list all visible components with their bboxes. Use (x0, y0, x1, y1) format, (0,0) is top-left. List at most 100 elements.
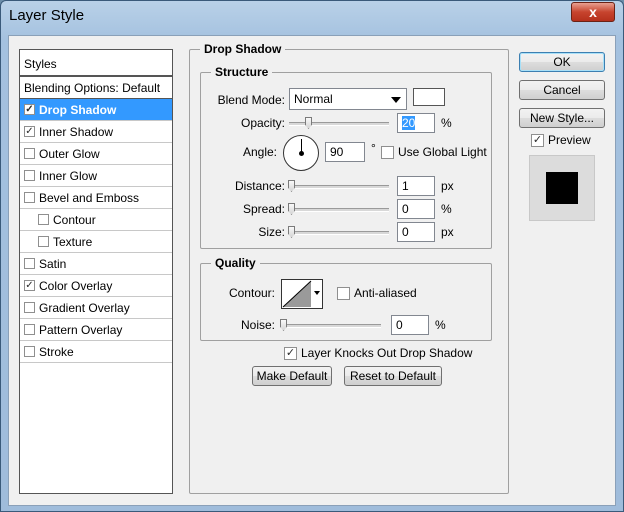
style-item-label: Drop Shadow (39, 102, 117, 117)
opacity-input[interactable]: 20 (397, 113, 435, 133)
style-item-checkbox[interactable]: ✓ (24, 126, 35, 137)
style-item-checkbox[interactable]: ✓ (24, 280, 35, 291)
style-item-satin[interactable]: Satin (20, 253, 172, 275)
spread-input[interactable]: 0 (397, 199, 435, 219)
style-item-checkbox[interactable] (24, 302, 35, 313)
style-item-checkbox[interactable]: ✓ (24, 104, 35, 115)
spread-unit: % (441, 202, 452, 216)
style-item-checkbox[interactable] (24, 258, 35, 269)
dialog-client: Styles Blending Options: Default ✓ Drop S… (8, 35, 616, 506)
reset-to-default-button[interactable]: Reset to Default (344, 366, 442, 386)
layer-knocks-out-box[interactable]: ✓ (284, 346, 297, 360)
structure-group: Structure Blend Mode: Normal Opacity: 20… (200, 65, 492, 249)
style-item-checkbox[interactable] (24, 148, 35, 159)
noise-input[interactable]: 0 (391, 315, 429, 335)
opacity-label: Opacity: (240, 116, 285, 130)
size-unit: px (441, 225, 454, 239)
styles-list: Styles Blending Options: Default ✓ Drop S… (19, 49, 173, 494)
distance-slider-thumb[interactable] (288, 180, 295, 192)
contour-dropdown-icon[interactable] (314, 291, 320, 295)
style-item-drop-shadow[interactable]: ✓ Drop Shadow (20, 99, 172, 121)
style-item-label: Satin (39, 256, 67, 271)
distance-input[interactable]: 1 (397, 176, 435, 196)
opacity-value: 20 (402, 116, 416, 130)
chevron-down-icon (391, 97, 401, 103)
opacity-slider[interactable] (289, 117, 389, 129)
style-item-label: Outer Glow (39, 146, 100, 161)
window-title: Layer Style (9, 7, 85, 24)
style-item-inner-shadow[interactable]: ✓ Inner Shadow (20, 121, 172, 143)
spread-label: Spread: (242, 202, 285, 216)
layer-knocks-out-label: Layer Knocks Out Drop Shadow (301, 346, 473, 360)
style-item-checkbox[interactable] (24, 324, 35, 335)
angle-input[interactable]: 90 (325, 142, 365, 162)
angle-dial[interactable] (283, 135, 319, 171)
make-default-button[interactable]: Make Default (252, 366, 332, 386)
style-item-label: Contour (53, 212, 96, 227)
style-item-checkbox[interactable] (24, 346, 35, 357)
contour-picker[interactable] (281, 279, 323, 309)
blending-options-item[interactable]: Blending Options: Default (20, 76, 172, 99)
preview-checkbox[interactable]: ✓ Preview (531, 133, 591, 147)
new-style-button[interactable]: New Style... (519, 108, 605, 128)
opacity-slider-thumb[interactable] (305, 117, 312, 129)
blend-mode-select[interactable]: Normal (289, 88, 407, 110)
distance-unit: px (441, 179, 454, 193)
shadow-color-swatch[interactable] (413, 88, 445, 106)
contour-label: Contour: (228, 286, 275, 300)
quality-group: Quality Contour: Anti-aliased Noise: 0 % (200, 256, 492, 341)
use-global-light-label: Use Global Light (398, 145, 487, 159)
quality-legend: Quality (211, 256, 260, 270)
cancel-button[interactable]: Cancel (519, 80, 605, 100)
angle-label: Angle: (242, 145, 277, 159)
use-global-light-checkbox[interactable]: Use Global Light (381, 145, 487, 159)
spread-slider-thumb[interactable] (288, 203, 295, 215)
style-item-label: Gradient Overlay (39, 300, 130, 315)
style-item-label: Color Overlay (39, 278, 113, 293)
drop-shadow-group: Drop Shadow Structure Blend Mode: Normal… (189, 42, 509, 494)
size-slider-thumb[interactable] (288, 226, 295, 238)
style-item-inner-glow[interactable]: Inner Glow (20, 165, 172, 187)
style-item-checkbox[interactable] (38, 236, 49, 247)
style-item-contour[interactable]: Contour (20, 209, 172, 231)
style-item-label: Pattern Overlay (39, 322, 123, 337)
anti-aliased-label: Anti-aliased (354, 286, 417, 300)
style-item-pattern-overlay[interactable]: Pattern Overlay (20, 319, 172, 341)
style-item-bevel-and-emboss[interactable]: Bevel and Emboss (20, 187, 172, 209)
noise-unit: % (435, 318, 446, 332)
noise-slider[interactable] (280, 319, 381, 331)
preview-swatch (546, 172, 578, 204)
title-bar[interactable]: Layer Style x (1, 1, 623, 35)
layer-style-window: Layer Style x Styles Blending Options: D… (0, 0, 624, 512)
distance-label: Distance: (234, 179, 285, 193)
preview-box[interactable]: ✓ (531, 133, 544, 147)
use-global-light-box[interactable] (381, 145, 394, 159)
style-item-label: Stroke (39, 344, 74, 359)
style-item-label: Inner Glow (39, 168, 98, 183)
style-item-texture[interactable]: Texture (20, 231, 172, 253)
styles-header[interactable]: Styles (20, 50, 172, 76)
ok-button[interactable]: OK (519, 52, 605, 72)
layer-knocks-out-checkbox[interactable]: ✓ Layer Knocks Out Drop Shadow (284, 346, 472, 360)
distance-slider[interactable] (288, 180, 389, 192)
anti-aliased-box[interactable] (337, 286, 350, 300)
contour-curve-icon (282, 280, 312, 308)
style-item-stroke[interactable]: Stroke (20, 341, 172, 363)
anti-aliased-checkbox[interactable]: Anti-aliased (337, 286, 417, 300)
noise-slider-thumb[interactable] (280, 319, 287, 331)
style-item-label: Bevel and Emboss (39, 190, 140, 205)
close-button[interactable]: x (571, 2, 615, 22)
style-item-label: Texture (53, 234, 93, 249)
blend-mode-value: Normal (294, 92, 333, 106)
style-item-color-overlay[interactable]: ✓ Color Overlay (20, 275, 172, 297)
blend-mode-label: Blend Mode: (217, 93, 285, 107)
spread-slider[interactable] (288, 203, 389, 215)
style-item-checkbox[interactable] (24, 170, 35, 181)
style-item-checkbox[interactable] (38, 214, 49, 225)
size-input[interactable]: 0 (397, 222, 435, 242)
size-slider[interactable] (288, 226, 389, 238)
opacity-unit: % (441, 116, 452, 130)
style-item-gradient-overlay[interactable]: Gradient Overlay (20, 297, 172, 319)
style-item-checkbox[interactable] (24, 192, 35, 203)
style-item-outer-glow[interactable]: Outer Glow (20, 143, 172, 165)
